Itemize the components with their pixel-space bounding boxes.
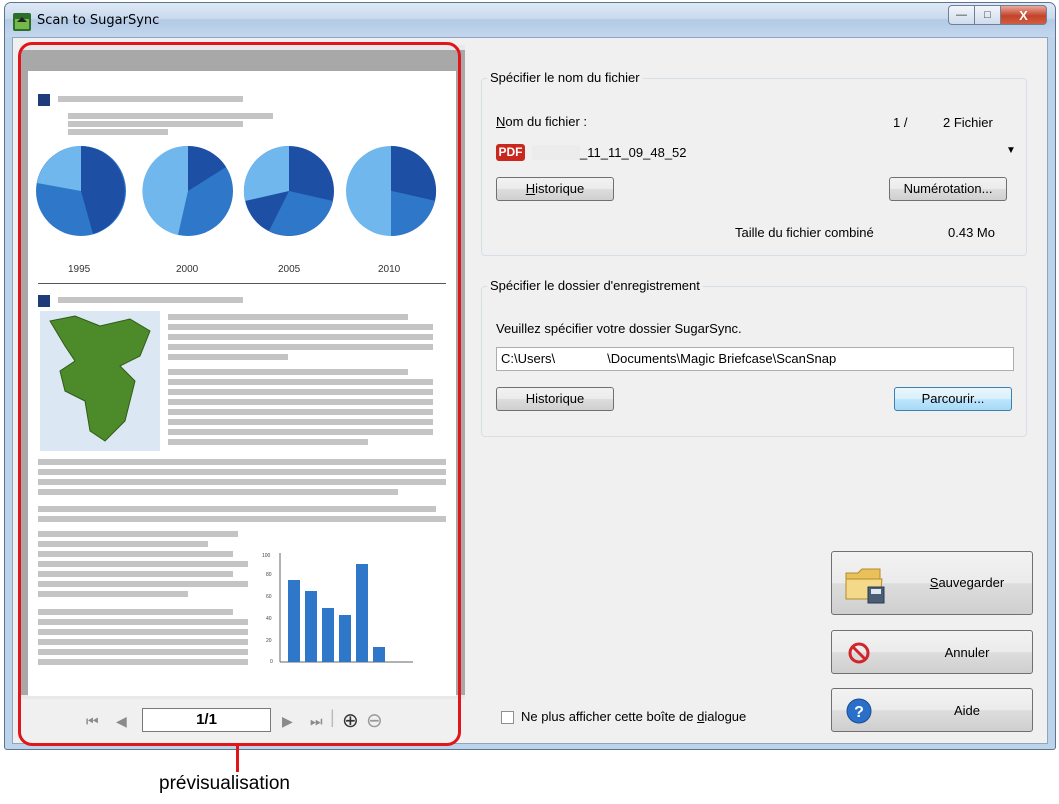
folder-save-icon [845,568,885,604]
path-prefix: C:\Users\ [501,351,556,366]
window-title: Scan to SugarSync [37,13,160,28]
preview-annotation: prévisualisation [159,773,290,794]
file-counter-total: 2 Fichier [943,115,993,130]
svg-text:?: ? [854,704,864,721]
save-button[interactable]: Sauvegarder [831,551,1033,615]
combined-size-label: Taille du fichier combiné [735,225,874,240]
combined-size-value: 0.43 Mo [948,225,995,240]
dont-show-again-label[interactable]: Ne plus afficher cette boîte de dialogue [521,709,746,724]
filename-combobox[interactable]: PDF _11_11_09_48_52 ▼ [496,143,1016,165]
folder-history-button[interactable]: Historique [496,387,614,411]
filename-history-button[interactable]: Historique [496,177,614,201]
numbering-button[interactable]: Numérotation... [889,177,1007,201]
browse-button[interactable]: Parcourir... [894,387,1012,411]
cancel-button[interactable]: Annuler [831,630,1033,674]
cancel-label: Annuler [944,645,990,660]
minimize-icon: — [956,9,967,21]
cancel-icon [848,642,870,664]
app-icon [13,13,31,31]
path-suffix: \Documents\Magic Briefcase\ScanSnap [607,351,837,366]
close-icon: X [1019,7,1028,23]
annotation-pointer [236,746,239,772]
folder-path-field[interactable]: C:\Users\ \Documents\Magic Briefcase\Scan… [496,347,1014,371]
close-button[interactable]: X [1000,5,1047,25]
dont-show-again-checkbox[interactable] [501,711,514,724]
folder-group-legend: Spécifier le dossier d'enregistrement [487,278,703,293]
title-bar[interactable]: Scan to SugarSync — □ X [5,3,1055,37]
filename-value: _11_11_09_48_52 [580,145,687,160]
maximize-button[interactable]: □ [974,5,1001,25]
minimize-button[interactable]: — [948,5,975,25]
folder-group: Spécifier le dossier d'enregistrement Ve… [481,278,1027,437]
preview-highlight [18,42,461,746]
file-counter: 1 / [893,115,908,130]
help-icon: ? [846,698,872,724]
chevron-down-icon[interactable]: ▼ [1006,145,1016,156]
save-label: Sauvegarder [929,575,1005,590]
maximize-icon: □ [984,9,991,21]
filename-group-legend: Spécifier le nom du fichier [487,70,643,85]
pdf-icon: PDF [496,144,525,161]
redacted-area [532,145,580,160]
folder-instruction: Veuillez spécifier votre dossier SugarSy… [496,321,742,336]
filename-label: Nom du fichier : [496,114,588,129]
help-label: Aide [953,703,981,718]
filename-group: Spécifier le nom du fichier Nom du fichi… [481,70,1027,256]
help-button[interactable]: ? Aide [831,688,1033,732]
